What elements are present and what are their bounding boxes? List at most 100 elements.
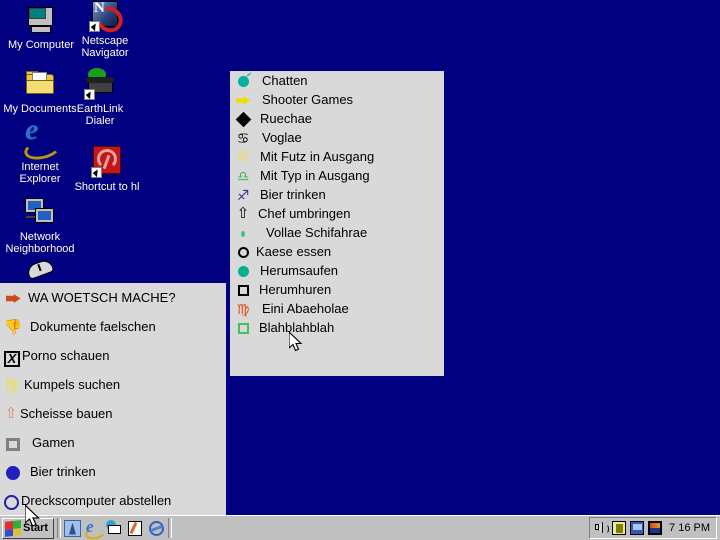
- monitor-icon[interactable]: [630, 521, 645, 535]
- menu-item-label: Herumsaufen: [260, 263, 339, 278]
- start-button[interactable]: Start: [2, 517, 54, 539]
- menu-item-bier-trinken[interactable]: ♐ Bier trinken: [230, 185, 444, 204]
- sagittarius-zodiac-icon: ♐: [236, 187, 250, 204]
- cancer-zodiac-icon: ♋: [236, 130, 250, 147]
- desktop-icon-shortcut-to-hl[interactable]: Shortcut to hl: [59, 146, 155, 193]
- x-box-icon: X: [2, 348, 22, 367]
- menu-item-dokumente-faelschen[interactable]: 👎 Dokumente faelschen: [0, 312, 226, 341]
- start-button-label: Start: [23, 522, 49, 534]
- volume-icon[interactable]: [594, 521, 610, 535]
- notepad-edit-icon[interactable]: [127, 520, 144, 537]
- shortcut-arrow-icon: [91, 167, 102, 178]
- shortcut-arrow-icon: [89, 21, 100, 32]
- menu-item-label: WA WOETSCH MACHE?: [28, 290, 176, 305]
- menu-item-herumhuren[interactable]: Herumhuren: [230, 280, 444, 299]
- blue-ring-icon: [2, 492, 21, 510]
- menu-item-label: Mit Futz in Ausgang: [260, 149, 375, 164]
- menu-item-eini-abaeholae[interactable]: ♍ Eini Abaeholae: [230, 299, 444, 318]
- desktop-icon-earthlink-dialer[interactable]: EarthLink Dialer: [59, 68, 141, 127]
- small-dot-icon: [232, 226, 254, 239]
- system-tray: 7 16 PM: [589, 517, 717, 539]
- desktop-icon-network-neighborhood[interactable]: Network Neighborhood: [0, 196, 88, 255]
- channels-icon[interactable]: [148, 520, 165, 537]
- menu-item-gamen[interactable]: Gamen: [0, 428, 226, 457]
- menu-item-kaese-essen[interactable]: Kaese essen: [230, 242, 444, 261]
- menu-item-shooter-games[interactable]: Shooter Games: [230, 90, 444, 109]
- menu-item-label: Chatten: [262, 73, 308, 88]
- network-neighborhood-icon: [24, 196, 56, 228]
- menu-item-label: Dreckscomputer abstellen: [21, 493, 172, 508]
- menu-item-scheisse-bauen[interactable]: ⇧ Scheisse bauen: [0, 399, 226, 428]
- menu-item-label: Shooter Games: [262, 92, 354, 107]
- blue-circle-icon: [2, 463, 24, 480]
- gray-square-icon: [2, 435, 24, 451]
- menu-item-label: Bier trinken: [260, 187, 326, 202]
- shortcut-arrow-icon: [84, 89, 95, 100]
- my-computer-icon: [25, 4, 57, 36]
- taskbar-clock[interactable]: 7 16 PM: [666, 522, 712, 534]
- desktop-icon-area: My Computer N Netscape Navigator My Docu…: [0, 0, 230, 290]
- bomb-icon: [232, 74, 254, 87]
- desktop-icon-label: Network: [19, 231, 61, 243]
- menu-item-mit-typ-in-ausgang[interactable]: ♎ Mit Typ in Ausgang: [230, 166, 444, 185]
- menu-item-chef-umbringen[interactable]: ⇧ Chef umbringen: [230, 204, 444, 223]
- menu-item-ruechae[interactable]: Ruechae: [230, 109, 444, 128]
- menu-item-label: Porno schauen: [22, 348, 110, 363]
- menu-item-vollae-schifahrae[interactable]: Vollae Schifahrae: [230, 223, 444, 242]
- menu-item-label: Herumhuren: [259, 282, 332, 297]
- menu-item-dreckscomputer-abstellen[interactable]: Dreckscomputer abstellen: [0, 486, 226, 515]
- menu-item-label: Kumpels suchen: [24, 377, 121, 392]
- desktop-icon-label: EarthLink: [76, 103, 124, 115]
- menu-item-chatten[interactable]: Chatten: [230, 71, 444, 90]
- menu-item-label: Blahblahblah: [259, 320, 335, 335]
- virgo-zodiac-icon: ♍: [236, 301, 250, 318]
- desktop-icon-label: Shortcut to hl: [74, 181, 140, 193]
- menu-item-voglae[interactable]: ♋ Voglae: [230, 128, 444, 147]
- menu-item-label: Mit Typ in Ausgang: [260, 168, 370, 183]
- image-icon[interactable]: [648, 521, 663, 535]
- up-arrow-icon: ⇧: [4, 404, 18, 422]
- menu-item-herumsaufen[interactable]: Herumsaufen: [230, 261, 444, 280]
- ring-icon: [232, 245, 254, 258]
- menu-item-label: Vollae Schifahrae: [266, 225, 368, 240]
- taskbar-separator: [57, 518, 61, 538]
- folder-icon: [24, 68, 56, 100]
- pointing-hand-icon: [2, 290, 24, 305]
- virgo-zodiac-icon: ♍: [5, 376, 19, 394]
- menu-item-label: Ruechae: [260, 111, 313, 126]
- menu-item-kumpels-suchen[interactable]: ♍ Kumpels suchen: [0, 370, 226, 399]
- internet-explorer-icon: e: [22, 115, 62, 163]
- diamond-icon: [232, 111, 254, 128]
- internet-explorer-icon[interactable]: e: [83, 517, 108, 540]
- outlook-mail-icon[interactable]: [106, 519, 123, 537]
- desktop-icon-netscape-navigator[interactable]: N Netscape Navigator: [64, 0, 146, 60]
- show-desktop-icon[interactable]: [64, 519, 81, 537]
- menu-item-wa-woetsch-mache[interactable]: WA WOETSCH MACHE?: [0, 283, 226, 312]
- taskbar: Start e 7 16 PM: [0, 515, 720, 540]
- leo-zodiac-icon: ♌: [235, 147, 251, 167]
- netscape-navigator-icon: N: [89, 0, 128, 38]
- quick-launch-bar: e: [64, 517, 165, 540]
- desktop-screen: My Computer N Netscape Navigator My Docu…: [0, 0, 720, 540]
- thumbs-down-icon: 👎: [3, 318, 23, 336]
- taskbar-separator: [168, 518, 172, 538]
- square-outline-icon: [232, 283, 254, 296]
- green-square-icon: [232, 321, 254, 334]
- menu-item-label: Chef umbringen: [258, 206, 351, 221]
- context-menu-left[interactable]: WA WOETSCH MACHE? 👎 Dokumente faelschen …: [0, 281, 228, 540]
- menu-item-porno-schauen[interactable]: X Porno schauen: [0, 341, 226, 370]
- windows-flag-icon: [5, 519, 21, 537]
- up-arrow-icon: ⇧: [236, 204, 250, 222]
- desktop-icon-label-line2: Neighborhood: [5, 243, 75, 255]
- libra-zodiac-icon: ♎: [236, 168, 250, 185]
- desktop-icon-label-line2: Navigator: [81, 47, 129, 59]
- menu-item-mit-futz-in-ausgang[interactable]: ♌ Mit Futz in Ausgang: [230, 147, 444, 166]
- menu-item-label: Kaese essen: [256, 244, 332, 259]
- menu-item-blahblahblah[interactable]: Blahblahblah: [230, 318, 444, 337]
- display-card-icon[interactable]: [612, 521, 627, 535]
- context-menu-right[interactable]: Chatten Shooter Games Ruechae ♋ Voglae ♌…: [228, 69, 446, 378]
- desktop-icon-label: Netscape: [81, 35, 129, 47]
- filled-circle-icon: [232, 264, 254, 277]
- half-life-shortcut-icon: [91, 146, 123, 178]
- menu-item-bier-trinken[interactable]: Bier trinken: [0, 457, 226, 486]
